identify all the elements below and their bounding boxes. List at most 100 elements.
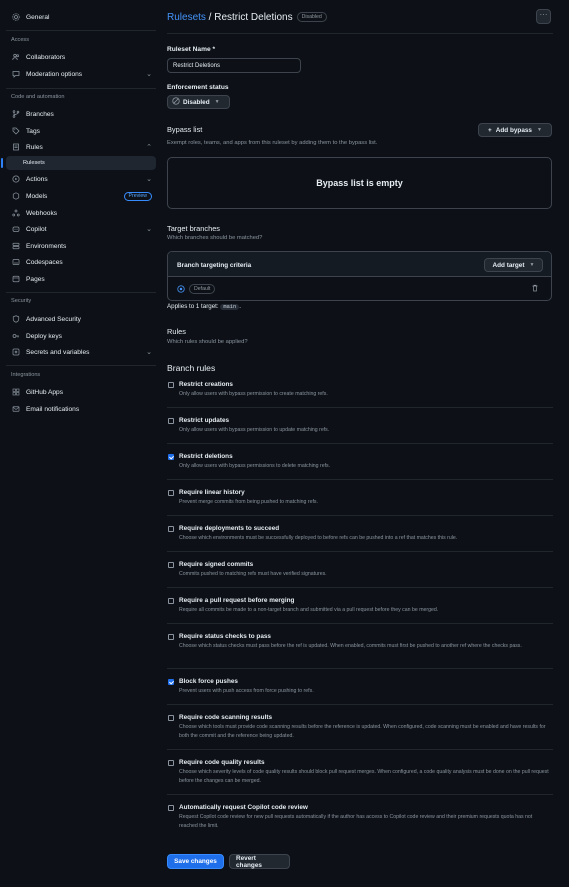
rule-divider <box>167 551 553 552</box>
sidebar-item-codespaces[interactable]: Codespaces <box>6 255 156 269</box>
sidebar-item-tags[interactable]: Tags <box>6 124 156 138</box>
gear-icon <box>10 13 22 21</box>
sidebar-item-email-notifications[interactable]: Email notifications <box>6 402 156 416</box>
settings-sidebar: General Access Collaborators Moderation … <box>0 0 160 887</box>
revert-changes-button[interactable]: Revert changes <box>229 854 290 869</box>
sidebar-item-collaborators[interactable]: Collaborators <box>6 50 156 64</box>
rule-checkbox[interactable] <box>168 715 174 721</box>
rule-title[interactable]: Require status checks to pass <box>179 633 271 640</box>
sidebar-item-rules[interactable]: Rules ⌃ <box>6 140 156 154</box>
add-target-button[interactable]: Add target ▼ <box>484 258 543 272</box>
applies-to-text: Applies to 1 target: main. <box>167 303 241 310</box>
rule-title[interactable]: Require linear history <box>179 489 245 496</box>
rule-description: Prevent users with push access from forc… <box>179 688 314 694</box>
breadcrumb-rulesets-link[interactable]: Rulesets <box>167 12 206 23</box>
rule-title[interactable]: Block force pushes <box>179 678 238 685</box>
sidebar-item-deploy-keys[interactable]: Deploy keys <box>6 329 156 343</box>
rule-checkbox[interactable] <box>168 805 174 811</box>
rule-divider <box>167 587 553 588</box>
rule-title[interactable]: Restrict deletions <box>179 453 233 460</box>
sidebar-item-secrets[interactable]: Secrets and variables ⌄ <box>6 345 156 359</box>
sidebar-item-label: Rules <box>26 143 43 151</box>
rule-divider <box>167 623 553 624</box>
rules-description: Which rules should be applied? <box>167 339 248 345</box>
webhook-icon <box>10 209 22 217</box>
sidebar-item-advanced-security[interactable]: Advanced Security <box>6 312 156 326</box>
trash-icon[interactable] <box>531 284 539 294</box>
rule-title[interactable]: Require a pull request before merging <box>179 597 294 604</box>
rule-checkbox[interactable] <box>168 562 174 568</box>
rule-title[interactable]: Require code quality results <box>179 759 265 766</box>
triangle-down-icon: ▼ <box>537 127 542 133</box>
rule-divider <box>167 515 553 516</box>
rule-description: Choose which environments must be succes… <box>179 535 458 541</box>
sidebar-item-general[interactable]: General <box>6 10 156 24</box>
section-heading: Security <box>11 298 32 304</box>
sidebar-item-label: General <box>26 13 50 21</box>
sidebar-item-webhooks[interactable]: Webhooks <box>6 206 156 220</box>
rule-description: Choose which status checks must pass bef… <box>179 643 522 649</box>
rule-checkbox[interactable] <box>168 760 174 766</box>
rule-title[interactable]: Require deployments to succeed <box>179 525 279 532</box>
sidebar-item-label: Codespaces <box>26 258 63 266</box>
mail-icon <box>10 405 22 413</box>
ruleset-name-input[interactable]: Restrict Deletions <box>167 58 301 73</box>
sidebar-item-moderation[interactable]: Moderation options ⌄ <box>6 67 156 81</box>
bypass-empty-text: Bypass list is empty <box>316 178 403 188</box>
sidebar-item-branches[interactable]: Branches <box>6 107 156 121</box>
rule-title[interactable]: Restrict updates <box>179 417 229 424</box>
sidebar-item-rulesets[interactable]: Rulesets <box>1 156 156 170</box>
chevron-down-icon: ⌄ <box>146 176 152 183</box>
sidebar-item-label: Tags <box>26 127 40 135</box>
divider <box>167 33 553 34</box>
rule-description: Commits pushed to matching refs must hav… <box>179 571 327 577</box>
branch-targeting-box: Branch targeting criteria Add target ▼ De… <box>167 251 552 301</box>
sidebar-item-copilot[interactable]: Copilot ⌄ <box>6 222 156 236</box>
sidebar-item-label: Copilot <box>26 225 47 233</box>
save-changes-button[interactable]: Save changes <box>167 854 224 869</box>
rule-title[interactable]: Restrict creations <box>179 381 233 388</box>
rule-checkbox[interactable] <box>168 454 174 460</box>
divider <box>6 30 156 31</box>
sidebar-item-environments[interactable]: Environments <box>6 239 156 253</box>
rule-title[interactable]: Require code scanning results <box>179 714 272 721</box>
rule-divider <box>167 407 553 408</box>
sidebar-item-label: Actions <box>26 175 48 183</box>
bypass-list-description: Exempt roles, teams, and apps from this … <box>167 140 378 146</box>
rule-divider <box>167 443 553 444</box>
rules-title: Rules <box>167 327 186 336</box>
rule-divider <box>167 749 553 750</box>
sidebar-item-label: Collaborators <box>26 53 66 61</box>
rule-checkbox[interactable] <box>168 490 174 496</box>
rule-checkbox[interactable] <box>168 679 174 685</box>
divider <box>6 88 156 89</box>
sidebar-item-pages[interactable]: Pages <box>6 272 156 286</box>
sidebar-item-actions[interactable]: Actions ⌄ <box>6 172 156 186</box>
sidebar-item-github-apps[interactable]: GitHub Apps <box>6 385 156 399</box>
add-bypass-button[interactable]: + Add bypass ▼ <box>478 123 552 137</box>
status-badge: Disabled <box>296 12 327 23</box>
copilot-icon <box>10 225 22 233</box>
rule-checkbox[interactable] <box>168 634 174 640</box>
rule-checkbox[interactable] <box>168 598 174 604</box>
rule-checkbox[interactable] <box>168 418 174 424</box>
enforcement-dropdown[interactable]: Disabled ▼ <box>167 95 230 109</box>
server-icon <box>10 242 22 250</box>
more-options-button[interactable]: ··· <box>536 9 551 24</box>
rule-description: Only allow users with bypass permissions… <box>179 463 331 469</box>
chevron-up-icon: ⌃ <box>146 144 152 151</box>
rule-title[interactable]: Require signed commits <box>179 561 253 568</box>
preview-badge: Preview <box>123 191 152 201</box>
bypass-list-empty-state: Bypass list is empty <box>167 157 552 209</box>
apps-icon <box>10 388 22 396</box>
rule-title[interactable]: Automatically request Copilot code revie… <box>179 804 308 811</box>
rule-checkbox[interactable] <box>168 382 174 388</box>
target-branches-title: Target branches <box>167 224 220 233</box>
sidebar-item-models[interactable]: Models Preview <box>6 189 156 203</box>
rule-description: Only allow users with bypass permission … <box>179 427 330 433</box>
criteria-title: Branch targeting criteria <box>177 262 252 269</box>
rule-checkbox[interactable] <box>168 526 174 532</box>
applies-prefix: Applies to 1 target: <box>167 303 219 310</box>
bypass-list-title: Bypass list <box>167 125 203 134</box>
triangle-down-icon: ▼ <box>529 262 535 268</box>
